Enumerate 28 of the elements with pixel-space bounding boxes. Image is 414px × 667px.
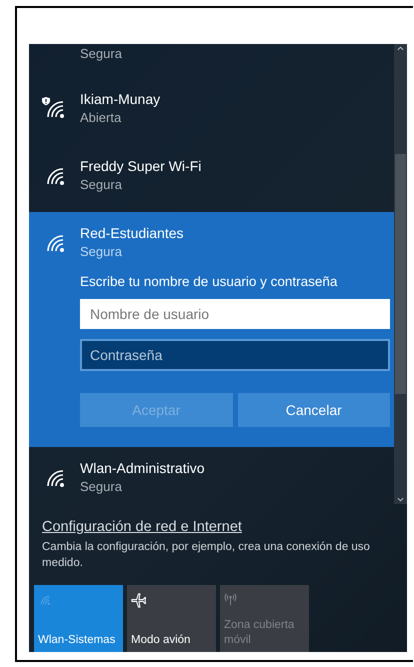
network-item[interactable]: Segura — [29, 44, 394, 78]
network-name: Wlan-Administrativo — [80, 459, 204, 478]
network-item[interactable]: Wlan-Administrativo Segura — [29, 447, 394, 504]
password-field[interactable]: Contraseña — [80, 339, 390, 371]
network-name: Ikiam-Munay — [80, 90, 160, 109]
dialog-button[interactable]: Cancelar — [238, 393, 390, 427]
quick-action-tile[interactable]: Wlan-Sistemas — [34, 585, 123, 652]
chevron-down-icon[interactable] — [397, 497, 404, 502]
network-status: Segura — [80, 478, 123, 496]
scrollbar-thumb[interactable] — [395, 154, 406, 394]
quick-action-tile[interactable]: Modo avión — [127, 585, 216, 652]
settings-description: Cambia la configuración, por ejemplo, crea una conexión de uso medido. — [42, 540, 371, 571]
network-status: Segura — [80, 243, 123, 261]
signal-tower-icon — [224, 593, 237, 606]
network-item[interactable]: Freddy Super Wi-Fi Segura — [29, 145, 394, 212]
login-prompt: Escribe tu nombre de usuario y contraseña — [80, 273, 338, 291]
username-field[interactable]: Nombre de usuario — [80, 299, 390, 329]
network-status: Abierta — [80, 109, 122, 127]
network-name: Freddy Super Wi-Fi — [80, 157, 202, 176]
wifi-icon — [38, 593, 52, 606]
airplane-icon — [131, 593, 146, 608]
network-status: Segura — [80, 45, 122, 63]
settings-link[interactable]: Configuración de red e Internet — [42, 518, 394, 537]
scrollbar[interactable] — [394, 44, 407, 504]
chevron-up-icon[interactable] — [397, 46, 404, 51]
network-name: Red-Estudiantes — [80, 224, 184, 243]
network-item[interactable]: Ikiam-Munay Abierta — [29, 78, 394, 145]
network-status: Segura — [80, 176, 123, 194]
